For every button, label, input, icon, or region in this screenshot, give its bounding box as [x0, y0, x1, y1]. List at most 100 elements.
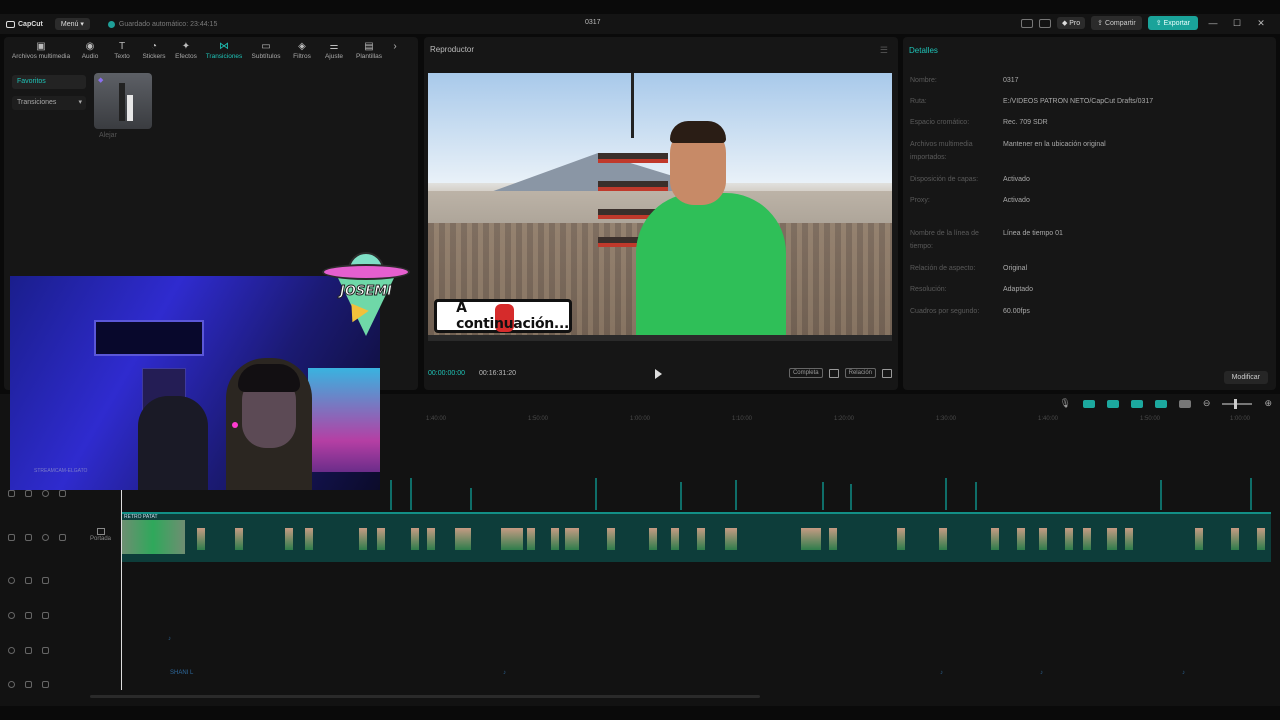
audio-clip-marker[interactable]: ♪	[1040, 670, 1043, 676]
track-header-audio-4	[8, 681, 118, 688]
minimize-icon[interactable]: —	[1204, 18, 1222, 28]
audio-track-icon	[8, 612, 15, 619]
tab-text[interactable]: T Texto	[106, 40, 138, 60]
tab-label: Filtros	[293, 53, 311, 60]
sidebar-item-transitions[interactable]: Transiciones ▾	[12, 96, 86, 110]
menu-button[interactable]: Menú ▾	[54, 18, 90, 30]
headset-light	[232, 422, 238, 428]
speaker-icon[interactable]	[42, 647, 49, 654]
close-icon[interactable]: ✕	[1252, 18, 1270, 29]
templates-icon: ▤	[364, 41, 374, 52]
video-clip[interactable]	[121, 520, 185, 554]
zoom-out-icon[interactable]: ⊖	[1203, 398, 1211, 409]
detail-value: Rec. 709 SDR	[1003, 119, 1048, 126]
cover-button[interactable]: Portada	[90, 528, 111, 542]
lock-icon[interactable]	[25, 490, 32, 497]
link-clips-icon[interactable]	[1082, 399, 1095, 408]
tab-label: Audio	[81, 53, 99, 60]
full-quality-button[interactable]: Completa	[788, 368, 823, 378]
detail-label: Archivos multimedia importados:	[910, 141, 973, 161]
share-label: Compartir	[1104, 20, 1136, 27]
eye-icon[interactable]	[42, 534, 49, 541]
track-toggle-icon[interactable]	[8, 490, 15, 497]
preview-axis-icon[interactable]	[1154, 399, 1167, 408]
tab-adjust[interactable]: ⚌ Ajuste	[318, 40, 350, 60]
audio-icon: ◉	[85, 41, 95, 52]
detail-label: Cuadros por segundo:	[910, 308, 980, 315]
speaker-icon[interactable]	[42, 577, 49, 584]
magnet-icon[interactable]	[1106, 399, 1119, 408]
subtitles-icon: ▭	[261, 41, 271, 52]
app-name: CapCut	[18, 20, 43, 28]
timeline-scrollbar[interactable]	[90, 695, 760, 698]
detail-label: Proxy:	[910, 197, 930, 204]
player-menu-icon[interactable]: ☰	[880, 45, 888, 56]
app-logo: CapCut	[6, 20, 43, 28]
lock-icon[interactable]	[25, 577, 32, 584]
camera-label: STREAMCAM-ELGATO	[34, 468, 88, 474]
microphone-icon[interactable]: 🎙	[1059, 398, 1070, 409]
lock-icon[interactable]	[25, 681, 32, 688]
sidebar-item-favorites[interactable]: Favoritos	[12, 75, 86, 89]
share-button[interactable]: ⇪ Compartir	[1091, 16, 1142, 30]
audio-clip-label[interactable]: SHANI L	[170, 670, 193, 676]
snapshot-icon[interactable]	[828, 368, 839, 378]
favorite-icon: ◆	[98, 77, 104, 84]
capcut-logo-icon	[6, 20, 15, 28]
audio-clip-marker[interactable]: ♪	[503, 670, 506, 676]
audio-clip-marker[interactable]: ♪	[1182, 670, 1185, 676]
ratio-button[interactable]: Relación	[844, 368, 876, 378]
toolbar-more-icon[interactable]: ›	[388, 40, 402, 60]
audio-clip-marker[interactable]: ♪	[168, 636, 171, 642]
ruler-tick: 1:00:00	[630, 416, 651, 422]
speaker-icon[interactable]	[42, 681, 49, 688]
track-header-audio-2	[8, 612, 118, 619]
speaker-icon[interactable]	[59, 534, 66, 541]
export-label: Exportar	[1163, 20, 1190, 27]
tab-filters[interactable]: ◈ Filtros	[286, 40, 318, 60]
video-preview[interactable]: A continuación...	[428, 73, 892, 335]
playhead[interactable]	[121, 480, 122, 690]
shortcuts-icon[interactable]	[1038, 18, 1051, 28]
audio-clip-marker[interactable]: ♪	[940, 670, 943, 676]
tab-templates[interactable]: ▤ Plantillas	[350, 40, 388, 60]
tab-transitions[interactable]: ⋈ Transiciones	[202, 40, 246, 60]
lock-icon[interactable]	[25, 612, 32, 619]
streamer-name: JOSEMI	[340, 284, 393, 300]
detail-label: Ruta:	[910, 98, 927, 105]
lock-icon[interactable]	[25, 647, 32, 654]
autosave-status: Guardado automático: 23:44:15	[107, 20, 217, 28]
pro-button[interactable]: ◆ Pro	[1056, 17, 1086, 29]
play-icon[interactable]	[655, 369, 662, 379]
tab-subtitles[interactable]: ▭ Subtítulos	[246, 40, 286, 60]
layout-icon[interactable]	[1020, 18, 1033, 28]
maximize-icon[interactable]: ☐	[1228, 18, 1246, 29]
export-button[interactable]: ⇪ Exportar	[1147, 16, 1198, 30]
streamer-logo: JOSEMI	[318, 250, 414, 338]
ruler-tick: 1:00:00	[1230, 416, 1251, 422]
media-icon: ▣	[36, 41, 46, 52]
tab-media[interactable]: ▣ Archivos multimedia	[8, 40, 74, 60]
main-video-track[interactable]: RETRO PATAT	[121, 512, 1271, 562]
tab-stickers[interactable]: ◔ Stickers	[138, 40, 170, 60]
fullscreen-icon[interactable]	[882, 368, 892, 378]
tab-audio[interactable]: ◉ Audio	[74, 40, 106, 60]
effects-icon: ✦	[181, 41, 191, 52]
eye-icon[interactable]	[42, 490, 49, 497]
zoom-in-icon[interactable]: ⊕	[1264, 398, 1272, 409]
track-header-audio-1	[8, 577, 118, 584]
track-toggle-icon[interactable]	[8, 534, 15, 541]
room-window	[94, 320, 204, 356]
toolbar: ▣ Archivos multimedia ◉ Audio T Texto ◔ Stic…	[4, 37, 418, 60]
modify-button[interactable]: Modificar	[1223, 371, 1268, 384]
speaker-icon[interactable]	[42, 612, 49, 619]
adjust-icon: ⚌	[329, 41, 339, 52]
caption-track-icon[interactable]	[1178, 399, 1191, 408]
tab-effects[interactable]: ✦ Efectos	[170, 40, 202, 60]
lock-icon[interactable]	[25, 534, 32, 541]
transition-thumbnail[interactable]: ◆	[94, 73, 152, 129]
chevron-down-icon: ▾	[78, 99, 82, 106]
zoom-slider[interactable]	[1222, 398, 1253, 409]
speaker-icon[interactable]	[59, 490, 66, 497]
snap-icon[interactable]	[1130, 399, 1143, 408]
